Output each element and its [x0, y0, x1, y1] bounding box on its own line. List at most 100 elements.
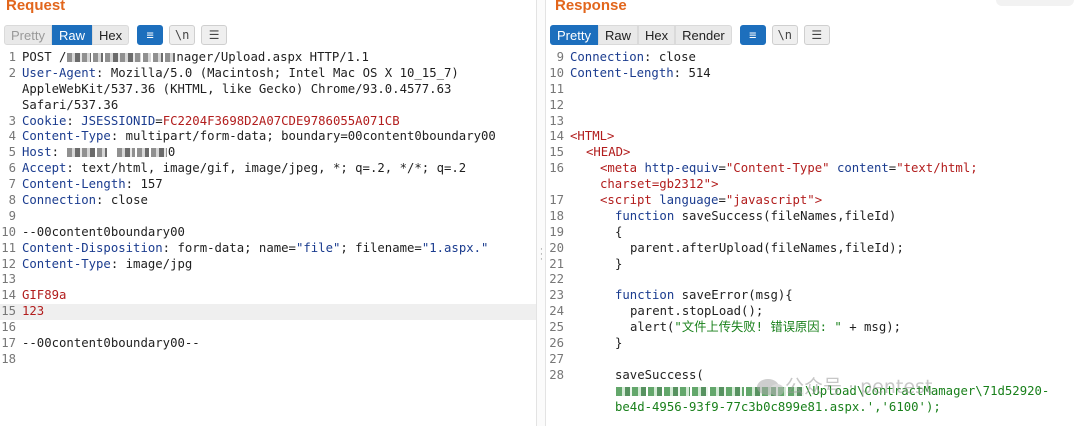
- line-number: 22: [549, 272, 564, 287]
- line-number: 10: [549, 65, 564, 80]
- redacted-text: [710, 386, 744, 396]
- wechat-logo-icon: [757, 379, 784, 396]
- line-number: 10: [1, 224, 16, 239]
- splitter-grip-icon[interactable]: · · ·: [540, 246, 543, 265]
- line-text: Content-Length: 514: [570, 65, 711, 80]
- tab-raw[interactable]: Raw: [597, 25, 638, 45]
- code-line: 20 parent.afterUpload(fileNames,fileId);: [546, 241, 1080, 257]
- code-line: 11 Content-Disposition: form-data; name="…: [0, 241, 536, 257]
- code-line: 14 GIF89a: [0, 288, 536, 304]
- code-line: 2 User-Agent: Mozilla/5.0 (Macintosh; Int…: [0, 66, 536, 82]
- line-text: {: [615, 224, 623, 239]
- line-number: 21: [549, 256, 564, 271]
- line-text: parent.stopLoad();: [630, 304, 764, 319]
- line-number: 7: [8, 177, 16, 192]
- line-number: 5: [8, 145, 16, 160]
- line-text: parent.afterUpload(fileNames,fileId);: [630, 240, 904, 255]
- response-editor[interactable]: 9 Connection: close 10 Content-Length: 514…: [546, 50, 1080, 415]
- code-line: 1 POST / nager/Upload.aspx HTTP/1.1: [0, 50, 536, 66]
- code-line: 9: [0, 209, 536, 225]
- line-text: <HEAD>: [586, 145, 631, 160]
- tab-hex[interactable]: Hex: [91, 25, 130, 45]
- newline-icon[interactable]: \n: [169, 25, 196, 45]
- code-line: 3 Cookie: JSESSIONID=FC2204F3698D2A07CDE9…: [0, 114, 536, 130]
- code-line: 16 <meta http-equiv="Content-Type" conten…: [546, 161, 1080, 177]
- line-number: 9: [556, 50, 564, 64]
- request-pane: Request Pretty Raw Hex ≡ \n ☰ 1 POST / nag…: [0, 0, 536, 426]
- line-number: 12: [1, 256, 16, 271]
- code-line: charset=gb2312">: [546, 177, 1080, 193]
- line-text: alert("文件上传失败! 错误原因: " + msg);: [630, 320, 902, 335]
- line-number: 28: [549, 367, 564, 382]
- code-line: 5 Host: 0: [0, 145, 536, 161]
- line-number: 2: [8, 65, 16, 80]
- line-text: Safari/537.36: [22, 97, 119, 112]
- line-text: saveSuccess(: [615, 367, 704, 382]
- code-line: 8 Connection: close: [0, 193, 536, 209]
- line-text: User-Agent: Mozilla/5.0 (Macintosh; Inte…: [22, 65, 459, 80]
- line-number: 6: [8, 161, 16, 176]
- line-number: 25: [549, 320, 564, 335]
- line-text: function saveError(msg){: [615, 288, 793, 303]
- line-number: 4: [8, 129, 16, 144]
- tab-render[interactable]: Render: [675, 25, 732, 45]
- code-line: 18: [0, 352, 536, 368]
- code-line: 23 function saveError(msg){: [546, 288, 1080, 304]
- tab-raw[interactable]: Raw: [51, 25, 92, 45]
- line-number: 14: [549, 129, 564, 144]
- tab-hex[interactable]: Hex: [637, 25, 676, 45]
- code-line: 15 <HEAD>: [546, 145, 1080, 161]
- line-number: 18: [1, 351, 16, 366]
- code-line: 9 Connection: close: [546, 50, 1080, 66]
- line-text: 123: [22, 304, 45, 319]
- code-line: 17 <script language="javascript">: [546, 193, 1080, 209]
- line-number: 9: [8, 208, 16, 223]
- tab-pretty[interactable]: Pretty: [550, 25, 598, 45]
- code-line: 27: [546, 352, 1080, 368]
- code-line: 10 --00content0boundary00: [0, 225, 536, 241]
- newline-icon[interactable]: \n: [771, 25, 798, 45]
- request-editor[interactable]: 1 POST / nager/Upload.aspx HTTP/1.1 2 User-…: [0, 50, 536, 368]
- code-line: Safari/537.36: [0, 98, 536, 114]
- pane-splitter[interactable]: [536, 0, 546, 426]
- menu-icon[interactable]: ☰: [201, 25, 228, 45]
- line-text: Content-Length: 157: [22, 177, 163, 192]
- line-number: 14: [1, 288, 16, 303]
- code-line: 21}: [546, 257, 1080, 273]
- line-number: 16: [549, 161, 564, 176]
- redacted-text: [153, 53, 164, 62]
- code-line: AppleWebKit/537.36 (KHTML, like Gecko) C…: [0, 82, 536, 98]
- menu-icon[interactable]: ☰: [803, 25, 830, 45]
- code-line: 7 Content-Length: 157: [0, 177, 536, 193]
- line-text: Connection: close: [22, 193, 148, 208]
- code-line: 25 alert("文件上传失败! 错误原因: " + msg);: [546, 320, 1080, 336]
- request-toolbar: Pretty Raw Hex ≡ \n ☰: [4, 24, 228, 46]
- code-line: 6 Accept: text/html, image/gif, image/jpe…: [0, 161, 536, 177]
- response-pane: Response Pretty Raw Hex Render ≡ \n ☰ 9C…: [546, 0, 1080, 426]
- line-number: 24: [549, 304, 564, 319]
- wrap-lines-icon[interactable]: ≡: [137, 25, 164, 45]
- line-number: 27: [549, 351, 564, 366]
- redacted-text: [93, 53, 104, 62]
- wrap-lines-icon[interactable]: ≡: [739, 25, 766, 45]
- line-number: 23: [549, 288, 564, 303]
- line-number: 1: [8, 50, 16, 64]
- line-number: 11: [549, 81, 564, 96]
- line-number: 19: [549, 224, 564, 239]
- watermark: 公众号 · pentest: [757, 372, 932, 399]
- response-title: Response: [555, 0, 627, 14]
- line-text: }: [615, 336, 623, 351]
- line-text: Content-Type: image/jpg: [22, 256, 193, 271]
- code-line: 14 <HTML>: [546, 129, 1080, 145]
- redacted-text: [143, 53, 152, 62]
- tab-pretty[interactable]: Pretty: [4, 25, 52, 45]
- line-text: --00content0boundary00: [22, 224, 185, 239]
- code-line: 4 Content-Type: multipart/form-data; boun…: [0, 129, 536, 145]
- redacted-text: [664, 386, 690, 396]
- line-number: 8: [8, 193, 16, 208]
- redacted-text: [116, 148, 135, 158]
- code-line: 18 function saveSuccess(fileNames,fileId): [546, 209, 1080, 225]
- line-text: function saveSuccess(fileNames,fileId): [615, 208, 897, 223]
- line-text: charset=gb2312">: [600, 177, 719, 192]
- line-number: 26: [549, 336, 564, 351]
